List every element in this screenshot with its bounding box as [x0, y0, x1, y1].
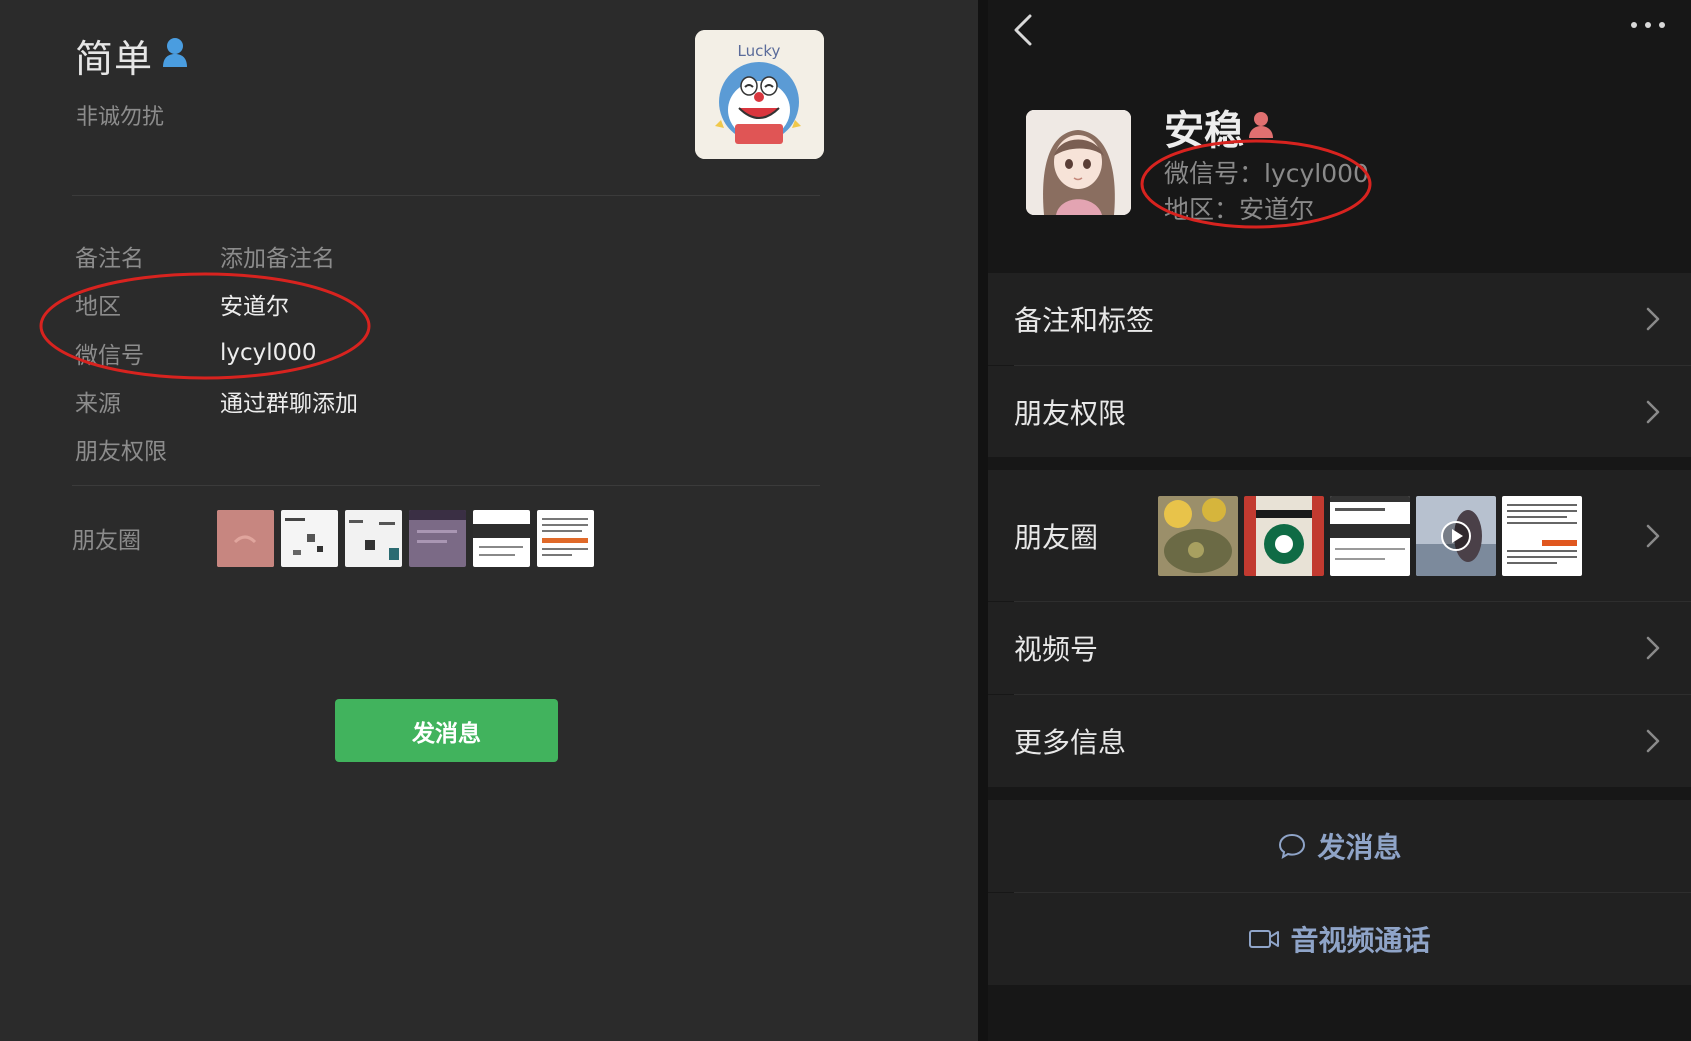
- female-gender-icon: [1249, 112, 1273, 138]
- chevron-right-icon: [1646, 307, 1660, 331]
- contact-name: 简单: [75, 37, 154, 81]
- right-contact-panel: 安稳 微信号：lycyl000 地区：安道尔 备注和标签 朋友权限 朋友圈 视频…: [988, 0, 1691, 1041]
- contact-avatar[interactable]: [1026, 110, 1131, 215]
- region-value: 安道尔: [220, 294, 289, 320]
- moment-thumbnail[interactable]: [345, 509, 402, 567]
- moment-thumbnail[interactable]: [409, 509, 466, 567]
- channels-label: 视频号: [1014, 633, 1099, 666]
- remark-row[interactable]: 备注名 添加备注名: [75, 236, 335, 276]
- video-camera-icon: [1249, 930, 1280, 948]
- moment-thumbnail[interactable]: [537, 509, 594, 567]
- moments-label: 朋友圈: [1014, 520, 1099, 554]
- moment-thumbnail[interactable]: [1244, 496, 1324, 576]
- chevron-right-icon: [1646, 400, 1660, 423]
- male-gender-icon: [163, 38, 187, 67]
- source-value: 通过群聊添加: [220, 391, 358, 417]
- moment-thumbnail[interactable]: [1330, 496, 1410, 576]
- moments-label: 朋友圈: [72, 528, 141, 554]
- wechat-id-value: lycyl000: [220, 340, 317, 366]
- moments-thumbnails[interactable]: [1158, 496, 1582, 576]
- chat-bubble-icon: [1279, 833, 1306, 860]
- avatar-lucky-text: Lucky: [738, 42, 781, 60]
- source-row: 来源 通过群聊添加: [75, 381, 358, 421]
- moment-thumbnail[interactable]: [1158, 496, 1238, 576]
- channels-row[interactable]: 视频号: [988, 602, 1691, 694]
- wechat-id-label: 微信号: [75, 343, 144, 369]
- divider: [72, 485, 820, 486]
- divider: [72, 195, 820, 196]
- friend-permission-row[interactable]: 朋友权限: [75, 429, 220, 469]
- send-message-action[interactable]: 发消息: [988, 800, 1691, 892]
- contact-signature: 非诚勿扰: [76, 105, 165, 130]
- panel-divider: [978, 0, 988, 1041]
- region-text: 地区：安道尔: [1164, 195, 1315, 224]
- remark-label: 备注名: [75, 246, 144, 272]
- region-label: 地区: [75, 294, 121, 320]
- remarks-and-tags-label: 备注和标签: [1014, 304, 1155, 337]
- moment-thumbnail[interactable]: [473, 509, 530, 567]
- moment-thumbnail[interactable]: [217, 509, 274, 567]
- moments-thumbnails[interactable]: [217, 509, 594, 567]
- send-message-button[interactable]: 发消息: [335, 699, 558, 762]
- left-contact-panel: 简单 非诚勿扰 Lucky 备注名 添加备注名 地区 安道尔 微信号 lycyl…: [0, 0, 978, 1041]
- back-arrow-icon[interactable]: [1008, 8, 1038, 52]
- wechat-id-text: 微信号：lycyl000: [1164, 159, 1369, 188]
- remarks-and-tags-row[interactable]: 备注和标签: [988, 273, 1691, 365]
- remark-value[interactable]: 添加备注名: [220, 239, 335, 273]
- friend-permissions-row[interactable]: 朋友权限: [988, 366, 1691, 457]
- friend-permissions-label: 朋友权限: [1014, 396, 1127, 430]
- source-label: 来源: [75, 391, 121, 417]
- av-call-action[interactable]: 音视频通话: [988, 893, 1691, 985]
- chevron-right-icon: [1646, 524, 1660, 547]
- moments-row[interactable]: 朋友圈: [72, 508, 594, 568]
- chevron-right-icon: [1646, 636, 1660, 660]
- moment-thumbnail[interactable]: [1502, 496, 1582, 576]
- moment-thumbnail[interactable]: [281, 509, 338, 567]
- friend-permission-label: 朋友权限: [75, 439, 167, 465]
- more-info-label: 更多信息: [1014, 726, 1127, 759]
- av-call-label: 音视频通话: [1290, 924, 1431, 957]
- contact-name: 安稳: [1164, 108, 1244, 154]
- region-row: 地区 安道尔: [75, 284, 289, 324]
- send-message-label: 发消息: [1317, 831, 1402, 864]
- chevron-right-icon: [1646, 729, 1660, 753]
- wechat-id-row: 微信号 lycyl000: [75, 333, 317, 373]
- more-info-row[interactable]: 更多信息: [988, 695, 1691, 787]
- contact-avatar[interactable]: Lucky: [695, 30, 824, 159]
- more-dots-icon[interactable]: [1628, 14, 1668, 36]
- moment-thumbnail[interactable]: [1416, 496, 1496, 576]
